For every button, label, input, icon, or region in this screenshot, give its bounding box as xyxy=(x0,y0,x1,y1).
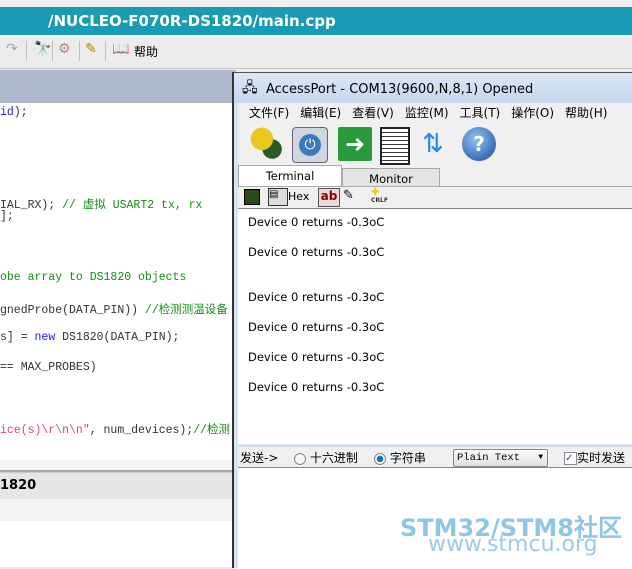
terminal-line: Device 0 returns -0.3oC xyxy=(248,350,385,364)
hex-option-label: 十六进制 xyxy=(309,451,358,465)
format-value: Plain Text xyxy=(457,452,521,464)
terminal-line: Device 0 returns -0.3oC xyxy=(248,380,385,394)
code-token: ice(s)\r\n\n" xyxy=(0,424,90,437)
code-token: DS1820(DATA_PIN); xyxy=(55,331,180,344)
code-line: IAL_RX); // 虚拟 USART2 tx, rx xyxy=(0,196,202,212)
terminal-line: Device 0 returns -0.3oC xyxy=(248,245,385,259)
code-token: , num_devices); xyxy=(89,424,194,437)
divider xyxy=(105,41,106,61)
menu-item[interactable]: 监控(M) xyxy=(405,106,449,120)
edit-icon[interactable]: ✎ xyxy=(343,188,354,203)
crlf-button[interactable]: ✚ CRLF xyxy=(371,188,388,205)
build-icon[interactable]: ⚙ xyxy=(58,41,71,57)
watermark-url: www.stmcu.org xyxy=(428,532,598,557)
main-toolbar: ⏻ ➜ ⇅ ? xyxy=(238,123,632,165)
radio-hex[interactable] xyxy=(294,452,306,465)
chevron-down-icon: ▼ xyxy=(538,453,543,462)
code-token: id xyxy=(0,106,14,119)
code-editor[interactable]: id); IAL_RX); // 虚拟 USART2 tx, rx]; obe ar… xyxy=(0,103,232,460)
code-line: obe array to DS1820 objects xyxy=(0,271,186,284)
code-token: obe array to DS1820 objects xyxy=(0,271,187,284)
serial-port-icon: 🖧 xyxy=(242,80,258,96)
document-icon[interactable] xyxy=(380,127,410,165)
panel-title: 1820 xyxy=(0,478,37,493)
panel-row xyxy=(0,499,232,521)
send-bar: 发送-> 十六进制 字符串 Plain Text ▼ ✓ 实时发送 xyxy=(238,445,632,469)
divider xyxy=(26,41,27,61)
tab-terminal[interactable]: Terminal xyxy=(238,165,342,188)
code-line: gnedProbe(DATA_PIN)) //检测测温设备 xyxy=(0,301,228,317)
code-line: ]; xyxy=(0,210,14,223)
menu-item[interactable]: 编辑(E) xyxy=(300,106,341,120)
book-icon[interactable]: 📖 xyxy=(112,41,129,57)
send-input[interactable]: STM32/STM8社区 www.stmcu.org xyxy=(238,467,632,569)
menu-bar: 文件(F) 编辑(E) 查看(V) 监控(M) 工具(T) 操作(O) 帮助(H) xyxy=(238,103,632,123)
power-icon: ⏻ xyxy=(299,134,321,156)
divider xyxy=(52,41,53,61)
code-line: s] = new DS1820(DATA_PIN); xyxy=(0,331,179,344)
editor-tab-bar xyxy=(0,70,236,103)
radio-string[interactable] xyxy=(374,452,386,465)
send-arrow-icon[interactable]: ➜ xyxy=(338,127,372,161)
editor-bottom-strip xyxy=(0,460,232,472)
editor-title-bar: /NUCLEO-F070R-DS1820/main.cpp xyxy=(0,7,632,35)
hex-button[interactable]: Hex xyxy=(288,190,309,203)
code-token: // 虚拟 USART2 tx, rx xyxy=(62,199,203,212)
hex-radio[interactable]: 十六进制 xyxy=(294,447,358,469)
tab-label: Monitor xyxy=(369,172,413,186)
code-token: gnedProbe(DATA_PIN)) xyxy=(0,304,145,317)
code-token: ]; xyxy=(0,210,14,223)
terminal-toolbar: ▤ Hex ab ✎ ✚ CRLF xyxy=(238,186,632,209)
accessport-window: 🖧 AccessPort - COM13(9600,N,8,1) Opened … xyxy=(232,72,632,569)
redo-icon[interactable]: ↷ xyxy=(6,41,18,57)
settings-gears-icon[interactable] xyxy=(250,127,284,161)
string-option-label: 字符串 xyxy=(389,451,426,465)
accessport-title: AccessPort - COM13(9600,N,8,1) Opened xyxy=(266,82,534,97)
menu-item[interactable]: 工具(T) xyxy=(460,106,501,120)
auto-scroll-icon[interactable]: ▤ xyxy=(268,188,288,206)
find-icon[interactable]: 🔭 xyxy=(34,41,51,57)
ascii-button[interactable]: ab xyxy=(318,188,340,207)
string-radio[interactable]: 字符串 xyxy=(374,447,426,469)
format-dropdown[interactable]: Plain Text ▼ xyxy=(453,449,548,467)
crlf-label: CRLF xyxy=(371,197,388,204)
send-label: 发送-> xyxy=(240,451,279,465)
refresh-icon[interactable]: ⇅ xyxy=(416,127,450,161)
menu-item[interactable]: 查看(V) xyxy=(352,106,394,120)
code-token: new xyxy=(34,331,56,344)
terminal-line: Device 0 returns -0.3oC xyxy=(248,290,385,304)
menu-item[interactable]: 文件(F) xyxy=(249,106,289,120)
code-token: ); xyxy=(13,106,28,119)
code-token: //检测 xyxy=(193,424,231,437)
code-token: //检测测温设备 xyxy=(144,304,228,317)
code-line: id); xyxy=(0,106,28,119)
power-button[interactable]: ⏻ xyxy=(292,127,328,163)
output-panel-header: 1820 xyxy=(0,472,232,500)
menu-item[interactable]: 操作(O) xyxy=(511,106,554,120)
help-button[interactable]: 帮助 xyxy=(134,43,158,60)
menu-item[interactable]: 帮助(H) xyxy=(565,106,607,120)
tab-bar: Terminal Monitor xyxy=(238,165,632,189)
save-icon[interactable] xyxy=(244,189,260,205)
editor-title: /NUCLEO-F070R-DS1820/main.cpp xyxy=(48,12,336,30)
checkbox-icon[interactable]: ✓ xyxy=(564,452,577,465)
magic-wand-icon[interactable]: ✎ xyxy=(85,41,97,57)
top-strip xyxy=(0,0,632,7)
divider xyxy=(79,41,80,61)
panel-body xyxy=(0,521,232,567)
terminal-output[interactable]: Device 0 returns -0.3oC Device 0 returns … xyxy=(238,208,632,444)
tab-label: Terminal xyxy=(265,169,315,183)
code-token: == MAX_PROBES) xyxy=(0,361,97,374)
code-line: == MAX_PROBES) xyxy=(0,361,97,374)
accessport-title-bar: 🖧 AccessPort - COM13(9600,N,8,1) Opened xyxy=(234,73,632,103)
realtime-send-checkbox[interactable]: ✓ 实时发送 xyxy=(564,447,625,469)
terminal-line: Device 0 returns -0.3oC xyxy=(248,320,385,334)
editor-toolbar: ↷ 🔭 ⚙ ✎ 📖 帮助 xyxy=(0,35,632,69)
help-icon[interactable]: ? xyxy=(462,127,496,161)
code-token: s] = xyxy=(0,331,35,344)
code-line: ice(s)\r\n\n", num_devices);//检测 xyxy=(0,421,230,437)
terminal-line: Device 0 returns -0.3oC xyxy=(248,215,385,229)
realtime-label: 实时发送 xyxy=(577,451,626,465)
